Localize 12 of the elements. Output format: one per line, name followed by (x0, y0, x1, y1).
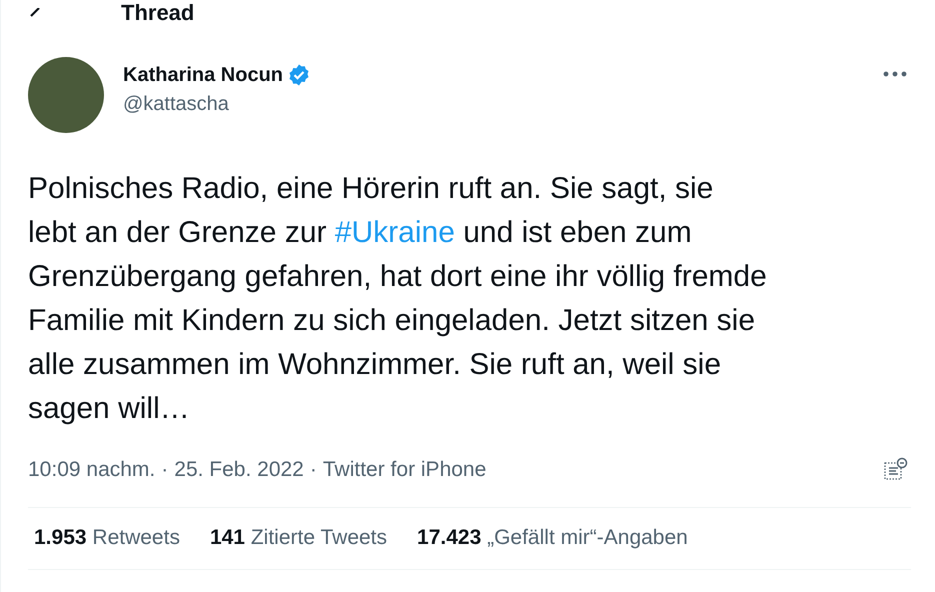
stat-link[interactable]: 17.423 „Gefällt mir“-Angaben (417, 526, 688, 550)
source-link[interactable]: Twitter for iPhone (322, 458, 486, 482)
tweet-date: 25. Feb. 2022 (174, 458, 304, 482)
author-name[interactable]: Katharina Nocun (123, 64, 284, 86)
stat-link[interactable]: 141 Zitierte Tweets (210, 526, 388, 550)
tweet-time[interactable]: 10:09 nachm. (28, 458, 156, 482)
stat-link[interactable]: 1.953 Retweets (34, 526, 180, 550)
tweet-text: Polnisches Radio, eine Hörerin ruft an. Sie sagt, sie lebt an der Grenze zur #Ukraine und ist eben zum Grenzübergang gefahren, hat dort eine ihr völlig fremde Familie mit Kindern zu sich eingeladen. Jetzt sitzen sie alle zusammen im Wohnzimmer. Sie ruft an, weil sie sagen will… (28, 171, 768, 427)
page-title: Thread (121, 0, 194, 26)
separator-dot: · (161, 458, 168, 482)
author-handle[interactable]: @kattascha (123, 93, 312, 116)
separator-dot: · (310, 458, 317, 482)
